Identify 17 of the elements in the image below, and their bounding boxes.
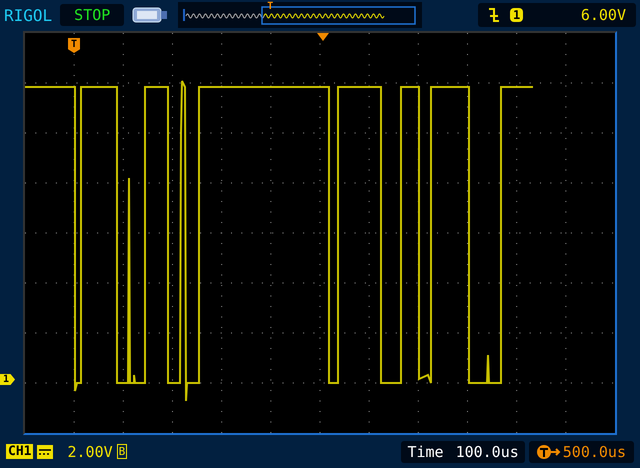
vertical-scale: 2.00V xyxy=(67,442,113,460)
dc-coupling-icon xyxy=(37,444,54,458)
trigger-offset-icon xyxy=(536,444,561,460)
storage-icon xyxy=(132,5,168,25)
trigger-marker: T xyxy=(68,38,80,53)
trigger-level: 6.00V xyxy=(580,6,626,24)
trigger-time-marker-icon xyxy=(317,33,329,41)
trigger-offset-value: 500.0us xyxy=(562,442,626,460)
run-state-label: STOP xyxy=(60,4,124,26)
timebase-label: Time xyxy=(407,442,444,460)
channel-marker: 1 xyxy=(0,374,16,385)
trigger-source-badge: 1 xyxy=(510,8,524,22)
bandwidth-limit-badge: B xyxy=(116,444,128,459)
timebase-value: 100.0us xyxy=(456,442,519,460)
falling-edge-icon xyxy=(488,7,500,23)
brand-label: RIGOL xyxy=(4,6,52,24)
channel-badge: CH1 xyxy=(6,444,34,459)
